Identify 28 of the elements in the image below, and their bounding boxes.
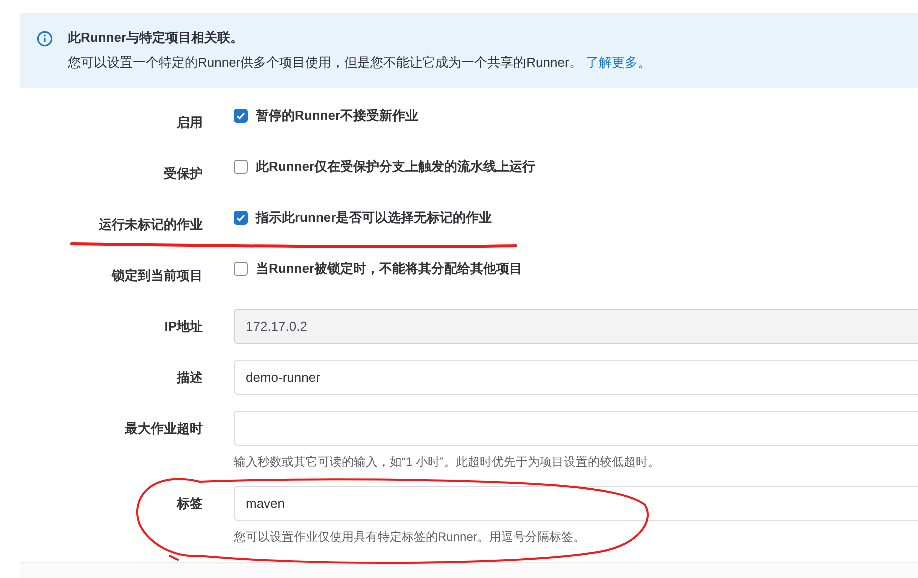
field-label: IP地址: [164, 318, 203, 336]
checkbox[interactable]: [234, 211, 248, 225]
help-text: 您可以设置作业仅使用具有特定标签的Runner。用逗号分隔标签。: [234, 529, 586, 545]
field-label: 最大作业超时: [124, 420, 203, 438]
field-label: 描述: [176, 368, 203, 387]
checkbox[interactable]: [234, 109, 248, 123]
field-label: 启用: [176, 114, 203, 132]
text-field[interactable]: 172.17.0.2: [234, 309, 918, 344]
info-icon: [37, 31, 53, 47]
learn-more-link[interactable]: 了解更多。: [586, 55, 651, 70]
checkbox-label: 当Runner被锁定时，不能将其分配给其他项目: [256, 262, 522, 276]
checkmark-icon: [236, 213, 246, 223]
checkbox[interactable]: [234, 160, 248, 174]
checkbox[interactable]: [234, 262, 248, 276]
text-field[interactable]: [234, 411, 918, 446]
checkbox-label: 暂停的Runner不接受新作业: [256, 109, 418, 123]
checkbox-label: 此Runner仅在受保护分支上触发的流水线上运行: [256, 160, 536, 174]
text-field[interactable]: maven: [234, 486, 918, 521]
alert-title: 此Runner与特定项目相关联。: [68, 30, 244, 46]
alert-text: 您可以设置一个特定的Runner供多个项目使用，但是您不能让它成为一个共享的Runner。 了解更多。: [68, 55, 651, 71]
checkmark-icon: [236, 111, 246, 121]
help-text: 输入秒数或其它可读的输入，如“1 小时”。此超时优先于为项目设置的较低超时。: [234, 454, 661, 470]
field-label: 锁定到当前项目: [110, 267, 203, 285]
field-label: 标签: [176, 494, 203, 513]
text-field[interactable]: demo-runner: [234, 360, 918, 395]
field-label: 运行未标记的作业: [98, 216, 203, 234]
field-label: 受保护: [163, 165, 203, 183]
checkbox-label: 指示此runner是否可以选择无标记的作业: [256, 211, 492, 225]
